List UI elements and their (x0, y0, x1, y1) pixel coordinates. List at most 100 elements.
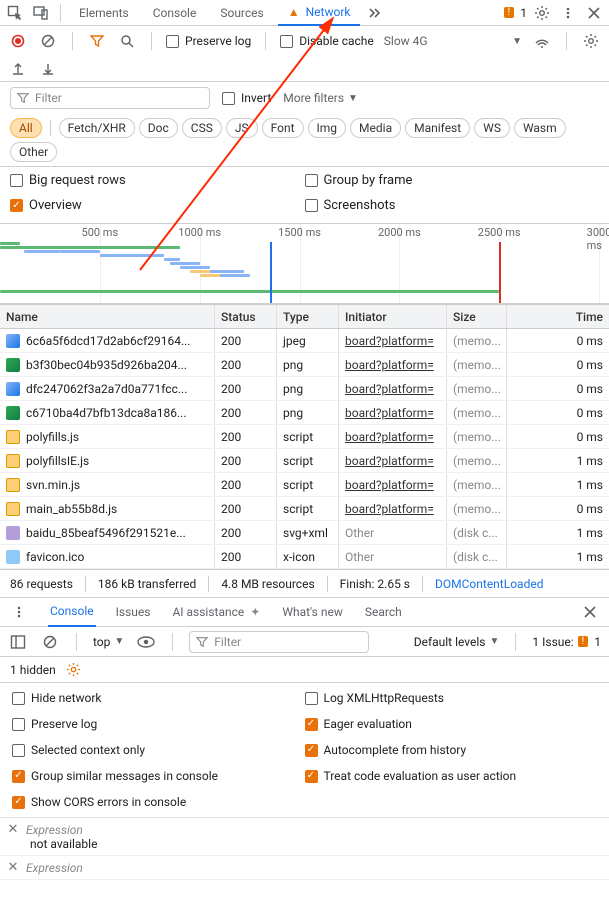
record-icon[interactable] (8, 31, 28, 51)
opt-selected-ctx[interactable]: Selected context only (12, 743, 305, 757)
console-filter-input[interactable]: Filter (189, 631, 369, 653)
execution-context-select[interactable]: top ▼ (93, 635, 124, 649)
close-devtools-icon[interactable] (583, 2, 605, 24)
table-row[interactable]: svn.min.js200scriptboard?platform=(memo.… (0, 473, 609, 497)
chip-font[interactable]: Font (262, 118, 304, 138)
drawer-kebab-icon[interactable] (8, 601, 30, 623)
import-har-icon[interactable] (38, 59, 58, 79)
table-row[interactable]: c6710ba4d7bfb13dca8a186...200pngboard?pl… (0, 401, 609, 425)
export-har-icon[interactable] (8, 59, 28, 79)
chip-all[interactable]: All (10, 118, 42, 138)
drawer-tab-console[interactable]: Console (48, 597, 96, 627)
disable-cache-checkbox[interactable]: Disable cache (280, 34, 374, 48)
table-row[interactable]: 6c6a5f6dcd17d2ab6cf29164...200jpegboard?… (0, 329, 609, 353)
opt-autocomplete[interactable]: Autocomplete from history (305, 743, 598, 757)
col-initiator[interactable]: Initiator (339, 305, 447, 328)
cell-initiator[interactable]: board?platform= (339, 353, 447, 376)
cell-initiator[interactable]: board?platform= (339, 377, 447, 400)
table-row[interactable]: polyfills.js200scriptboard?platform=(mem… (0, 425, 609, 449)
table-header-row[interactable]: Name Status Type Initiator Size Time (0, 305, 609, 329)
opt-treat-user[interactable]: Treat code evaluation as user action (305, 769, 598, 783)
drawer-tab-issues[interactable]: Issues (114, 597, 153, 627)
group-by-frame-checkbox[interactable]: Group by frame (305, 173, 600, 188)
tab-console[interactable]: Console (143, 0, 207, 26)
opt-show-cors[interactable]: Show CORS errors in console (12, 795, 305, 809)
filter-toggle-icon[interactable] (87, 31, 107, 51)
tab-elements[interactable]: Elements (69, 0, 139, 26)
network-settings-icon[interactable] (581, 31, 601, 51)
cell-initiator[interactable]: Other (339, 545, 447, 568)
preserve-log-checkbox[interactable]: Preserve log (166, 34, 251, 48)
search-icon[interactable] (117, 31, 137, 51)
issues-indicator[interactable]: ! 1 (504, 6, 527, 20)
table-row[interactable]: baidu_85beaf5496f291521e...200svg+xmlOth… (0, 521, 609, 545)
opt-group-similar[interactable]: Group similar messages in console (12, 769, 305, 783)
chip-wasm[interactable]: Wasm (514, 118, 566, 138)
tab-sources[interactable]: Sources (210, 0, 273, 26)
settings-icon[interactable] (531, 2, 553, 24)
caret-down-icon[interactable]: ▼ (512, 36, 522, 47)
table-row[interactable]: polyfillsIE.js200scriptboard?platform=(m… (0, 449, 609, 473)
col-time[interactable]: Time (507, 305, 609, 328)
drawer-close-icon[interactable] (579, 601, 601, 623)
kebab-menu-icon[interactable] (557, 2, 579, 24)
inspect-element-icon[interactable] (4, 2, 26, 24)
chip-css[interactable]: CSS (182, 118, 222, 138)
tab-network[interactable]: ▲ Network (278, 0, 361, 26)
screenshots-checkbox[interactable]: Screenshots (305, 198, 600, 213)
invert-checkbox[interactable]: Invert (222, 91, 271, 105)
chip-media[interactable]: Media (350, 118, 401, 138)
big-request-rows-checkbox[interactable]: Big request rows (10, 173, 305, 188)
network-conditions-icon[interactable] (532, 31, 552, 51)
cell-initiator[interactable]: board?platform= (339, 401, 447, 424)
chip-doc[interactable]: Doc (139, 118, 178, 138)
opt-hide-network[interactable]: Hide network (12, 691, 305, 705)
chip-ws[interactable]: WS (474, 118, 510, 138)
cell-initiator[interactable]: board?platform= (339, 473, 447, 496)
table-row[interactable]: b3f30bec04b935d926ba204...200pngboard?pl… (0, 353, 609, 377)
console-settings-icon[interactable] (64, 660, 84, 680)
console-issues-link[interactable]: 1 Issue: ! 1 (532, 635, 601, 649)
cell-initiator[interactable]: board?platform= (339, 425, 447, 448)
device-toolbar-icon[interactable] (30, 2, 52, 24)
console-sidebar-toggle-icon[interactable] (8, 632, 28, 652)
cell-initiator[interactable]: Other (339, 521, 447, 544)
close-icon[interactable]: ✕ (6, 822, 20, 837)
opt-log-xhr[interactable]: Log XMLHttpRequests (305, 691, 598, 705)
col-type[interactable]: Type (277, 305, 339, 328)
table-row[interactable]: main_ab55b8d.js200scriptboard?platform=(… (0, 497, 609, 521)
table-row[interactable]: favicon.ico200x-iconOther(disk c...1 ms (0, 545, 609, 569)
live-expression[interactable]: ✕Expressionnot available (0, 818, 609, 856)
chip-js[interactable]: JS (226, 118, 258, 138)
drawer-tab-ai[interactable]: AI assistance✦ (170, 597, 262, 627)
clear-icon[interactable] (38, 31, 58, 51)
drawer-tab-whatsnew[interactable]: What's new (280, 597, 345, 627)
log-levels-select[interactable]: Default levels ▼ (414, 635, 500, 649)
col-status[interactable]: Status (215, 305, 277, 328)
live-expression-icon[interactable] (136, 632, 156, 652)
col-size[interactable]: Size (447, 305, 507, 328)
opt-eager-eval[interactable]: Eager evaluation (305, 717, 598, 731)
table-row[interactable]: dfc247062f3a2a7d0a771fcc...200pngboard?p… (0, 377, 609, 401)
checkbox-label: Autocomplete from history (324, 743, 467, 757)
overview-checkbox[interactable]: Overview (10, 198, 305, 213)
opt-preserve-log[interactable]: Preserve log (12, 717, 305, 731)
close-icon[interactable]: ✕ (6, 860, 20, 875)
filter-input[interactable]: Filter (10, 87, 210, 109)
live-expression[interactable]: ✕Expression (0, 856, 609, 880)
drawer-tab-search[interactable]: Search (363, 597, 404, 627)
console-clear-icon[interactable] (40, 632, 60, 652)
chip-other[interactable]: Other (10, 142, 57, 162)
throttling-select[interactable]: Slow 4G (384, 34, 428, 48)
cell-initiator[interactable]: board?platform= (339, 329, 447, 352)
hidden-messages[interactable]: 1 hidden (10, 663, 56, 677)
col-name[interactable]: Name (0, 305, 215, 328)
overview-timeline[interactable]: 500 ms1000 ms1500 ms2000 ms2500 ms3000 m… (0, 224, 609, 304)
cell-initiator[interactable]: board?platform= (339, 497, 447, 520)
cell-initiator[interactable]: board?platform= (339, 449, 447, 472)
chip-manifest[interactable]: Manifest (405, 118, 470, 138)
chip-fetchxhr[interactable]: Fetch/XHR (59, 118, 135, 138)
more-filters-dropdown[interactable]: More filters ▼ (283, 91, 358, 105)
more-tabs-icon[interactable] (364, 2, 386, 24)
chip-img[interactable]: Img (308, 118, 347, 138)
